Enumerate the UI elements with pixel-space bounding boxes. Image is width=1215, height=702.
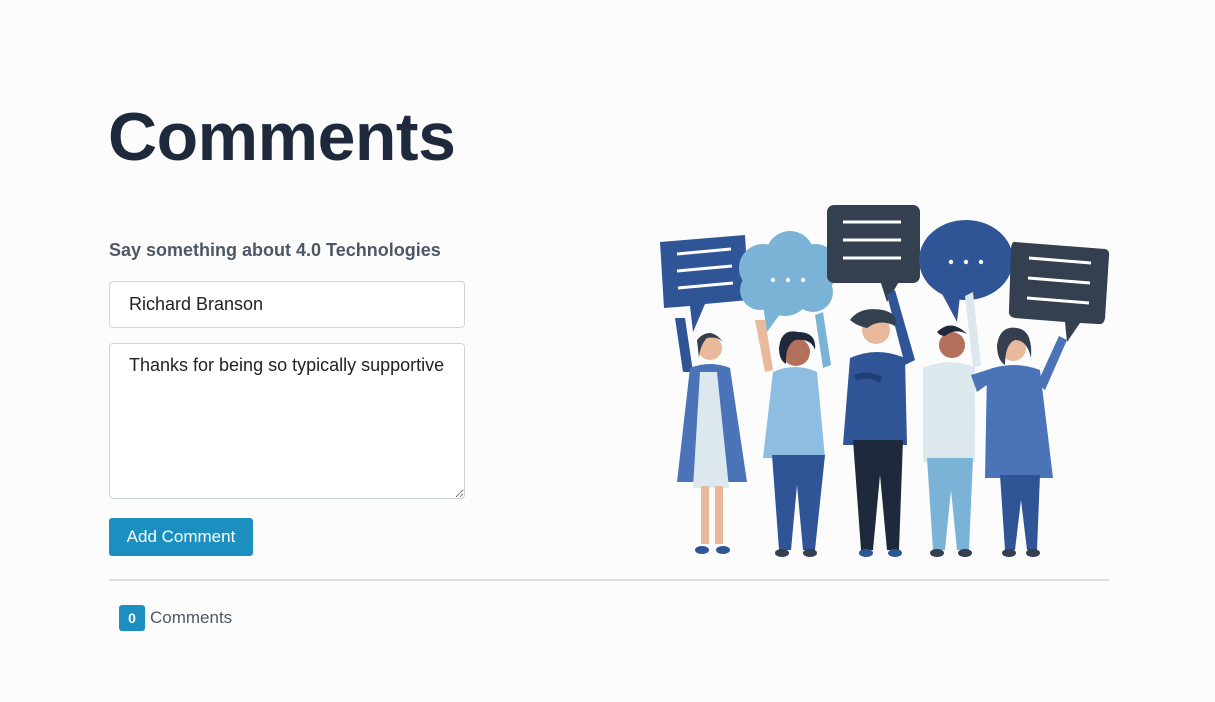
count-badge: 0 [119,605,145,631]
person-figure [923,292,981,557]
person-figure [755,312,831,557]
name-input[interactable] [109,281,465,328]
add-comment-button[interactable]: Add Comment [109,518,253,556]
speech-bubble-icon [919,220,1013,322]
person-figure [971,327,1067,557]
comments-page: Comments Say something about 4.0 Technol… [0,0,1215,702]
comment-textarea[interactable] [109,343,465,499]
speech-bubble-icon [1008,241,1110,342]
speech-bubble-icon [827,205,920,302]
divider [109,579,1109,581]
count-label: Comments [150,608,233,627]
person-figure [675,318,747,554]
form-label: Say something about 4.0 Technologies [109,240,441,260]
page-title: Comments [108,99,456,175]
thought-bubble-icon [739,231,839,332]
comment-count: 0 Comments [119,605,232,631]
person-figure [843,290,915,557]
people-speech-bubbles-illustration [660,205,1110,557]
speech-bubble-icon [660,235,749,332]
